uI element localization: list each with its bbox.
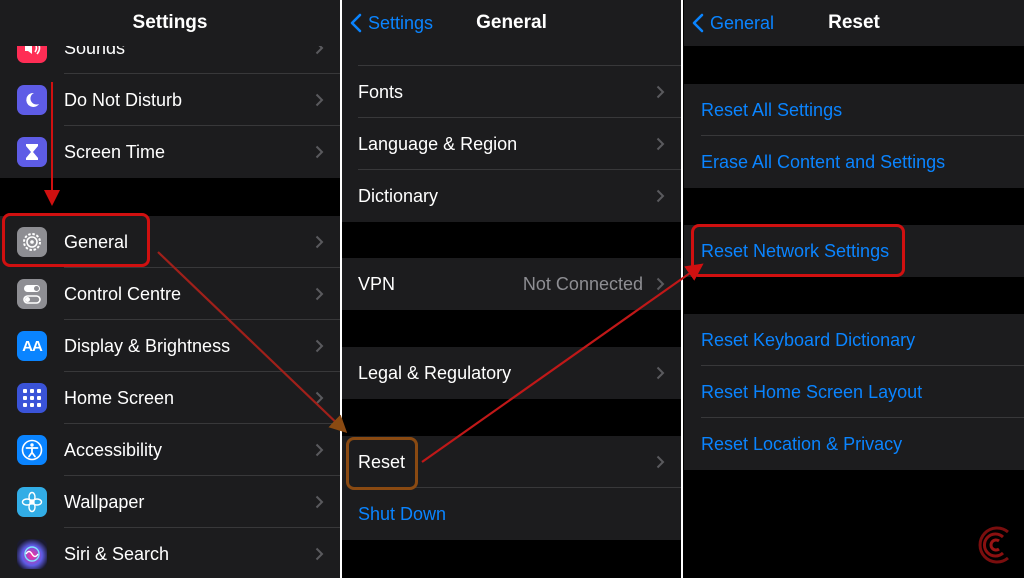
settings-item-label: Screen Time (64, 141, 166, 162)
settings-item-label: Display & Brightness (64, 335, 231, 356)
vpn-status: Not Connected (522, 273, 643, 294)
reset-all-settings-row[interactable]: Reset All Settings (684, 84, 1024, 136)
general-item-language-region[interactable]: Language & Region (342, 118, 681, 170)
chevron-left-icon (692, 13, 704, 33)
general-item-label: Reset (358, 451, 406, 472)
reset-keyboard-dictionary-row[interactable]: Reset Keyboard Dictionary (684, 314, 1024, 366)
reset-network-settings-row[interactable]: Reset Network Settings (684, 225, 1024, 277)
chevron-right-icon (315, 391, 324, 405)
accessibility-icon (17, 435, 47, 465)
text-size-icon: AA (17, 331, 47, 361)
reset-group-1: Reset All Settings Erase All Content and… (684, 84, 1024, 188)
settings-item-label: Control Centre (64, 283, 182, 304)
reset-navbar: Reset General (684, 0, 1024, 46)
general-item-label: Language & Region (358, 133, 518, 154)
settings-title: Settings (132, 12, 208, 33)
general-item-reset[interactable]: Reset (342, 436, 681, 488)
general-item-label: Fonts (358, 81, 404, 102)
general-navbar: General Settings (342, 0, 681, 46)
reset-home-screen-layout-row[interactable]: Reset Home Screen Layout (684, 366, 1024, 418)
hourglass-icon (17, 137, 47, 167)
settings-item-control-centre[interactable]: Control Centre (0, 268, 340, 320)
settings-navbar: Settings (0, 0, 340, 46)
reset-location-privacy-row[interactable]: Reset Location & Privacy (684, 418, 1024, 470)
settings-item-accessibility[interactable]: Accessibility (0, 424, 340, 476)
settings-item-screen-time[interactable]: Screen Time (0, 126, 340, 178)
chevron-right-icon (315, 93, 324, 107)
flower-icon (17, 487, 47, 517)
chevron-right-icon (656, 189, 665, 203)
toggles-icon (17, 279, 47, 309)
back-button-label: General (710, 12, 775, 33)
general-panel: General Settings Fonts Language & Region… (342, 0, 681, 578)
settings-item-label: Accessibility (64, 439, 163, 460)
settings-item-label: General (64, 231, 129, 252)
settings-item-general[interactable]: General (0, 216, 340, 268)
settings-panel: Settings Sounds Do Not Disturb Screen Ti… (0, 0, 340, 578)
settings-item-wallpaper[interactable]: Wallpaper (0, 476, 340, 528)
reset-home-screen-layout-button[interactable]: Reset Home Screen Layout (701, 382, 922, 403)
reset-group-3: Reset Keyboard Dictionary Reset Home Scr… (684, 314, 1024, 470)
general-item-label: VPN (358, 273, 396, 294)
app-grid-icon (17, 383, 47, 413)
chevron-right-icon (315, 547, 324, 561)
chevron-right-icon (656, 137, 665, 151)
text-size-glyph: AA (22, 337, 43, 355)
general-item-legal-regulatory[interactable]: Legal & Regulatory (342, 347, 681, 399)
settings-item-label: Siri & Search (64, 543, 170, 564)
settings-group-main: General Control Centre AA Display & Brig… (0, 216, 340, 578)
back-button-general[interactable]: General (692, 0, 774, 46)
settings-item-siri-search[interactable]: Siri & Search (0, 528, 340, 578)
settings-item-label: Do Not Disturb (64, 89, 183, 110)
general-item-label: Dictionary (358, 185, 439, 206)
general-group-legal: Legal & Regulatory (342, 347, 681, 399)
moon-icon (17, 85, 47, 115)
erase-all-content-row[interactable]: Erase All Content and Settings (684, 136, 1024, 188)
settings-item-do-not-disturb[interactable]: Do Not Disturb (0, 74, 340, 126)
back-button-label: Settings (368, 12, 434, 33)
reset-all-settings-button[interactable]: Reset All Settings (701, 100, 842, 121)
settings-item-label: Home Screen (64, 387, 175, 408)
chevron-right-icon (656, 277, 665, 291)
reset-panel: Reset General Reset All Settings Erase A… (684, 0, 1024, 578)
general-item-dictionary[interactable]: Dictionary (342, 170, 681, 222)
reset-network-settings-button[interactable]: Reset Network Settings (701, 241, 889, 262)
settings-item-label: Wallpaper (64, 491, 145, 512)
chevron-left-icon (350, 13, 362, 33)
chevron-right-icon (656, 455, 665, 469)
chevron-right-icon (656, 366, 665, 380)
general-item-shut-down[interactable]: Shut Down (342, 488, 681, 540)
panel-divider (681, 0, 683, 578)
settings-item-display-brightness[interactable]: AA Display & Brightness (0, 320, 340, 372)
general-item-fonts[interactable]: Fonts (342, 66, 681, 118)
general-group-vpn: VPN Not Connected (342, 258, 681, 310)
chevron-right-icon (315, 339, 324, 353)
general-item-label: Legal & Regulatory (358, 362, 512, 383)
chevron-right-icon (315, 495, 324, 509)
chevron-right-icon (315, 443, 324, 457)
erase-all-content-button[interactable]: Erase All Content and Settings (701, 152, 945, 173)
reset-group-2: Reset Network Settings (684, 225, 1024, 277)
back-button-settings[interactable]: Settings (350, 0, 433, 46)
siri-icon (17, 539, 47, 569)
settings-item-home-screen[interactable]: Home Screen (0, 372, 340, 424)
watermark-logo-icon (978, 526, 1009, 564)
reset-location-privacy-button[interactable]: Reset Location & Privacy (701, 434, 902, 455)
reset-keyboard-dictionary-button[interactable]: Reset Keyboard Dictionary (701, 330, 915, 351)
chevron-right-icon (656, 85, 665, 99)
general-item-vpn[interactable]: VPN Not Connected (342, 258, 681, 310)
chevron-right-icon (315, 145, 324, 159)
gear-icon (17, 227, 47, 257)
chevron-right-icon (315, 235, 324, 249)
general-group-reset: Reset Shut Down (342, 436, 681, 540)
chevron-right-icon (315, 287, 324, 301)
shut-down-button[interactable]: Shut Down (358, 504, 446, 525)
